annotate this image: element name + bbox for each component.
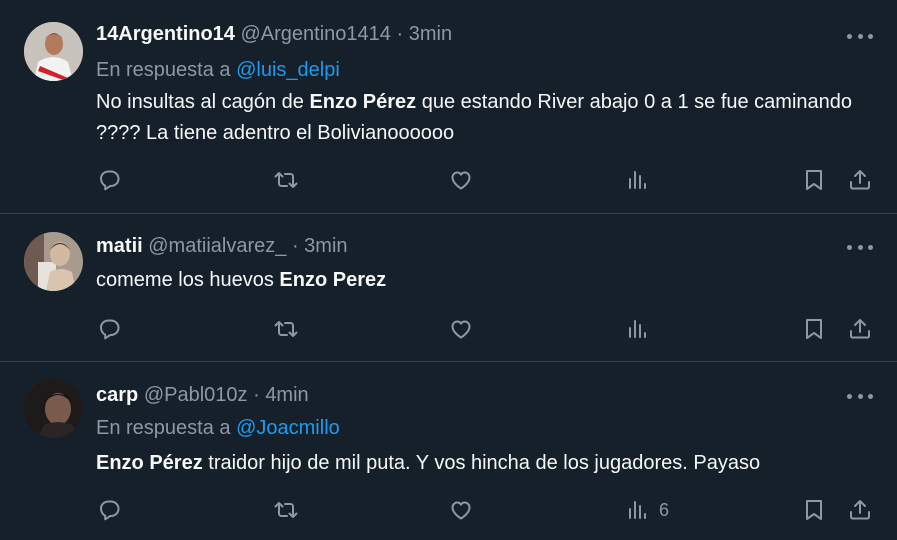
share-icon [850,500,870,520]
reply-context: En respuesta a @luis_delpi [96,59,340,82]
tweet-text: comeme los huevos Enzo Perez [96,265,876,296]
views-button[interactable] [625,314,651,344]
tweet-3[interactable]: carp @Pabl010z · 4min En respuesta a @Jo… [0,362,897,540]
user-handle[interactable]: @Pabl010z [144,384,248,406]
reply-button[interactable] [97,165,123,195]
more-options-icon[interactable] [847,237,873,257]
bookmark-icon [806,319,822,339]
timestamp[interactable]: 3min [409,23,452,45]
tweet-1[interactable]: 14Argentino14 @Argentino1414 · 3min En r… [0,0,897,214]
reply-icon [100,319,120,340]
retweet-button[interactable] [273,165,299,195]
highlighted-text: Enzo Perez [279,269,387,291]
user-handle[interactable]: @matiialvarez_ [148,235,286,257]
like-icon [451,501,471,520]
share-button[interactable] [847,495,873,525]
share-icon [850,170,870,190]
bookmark-icon [806,500,822,520]
tweet-header: carp @Pabl010z · 4min [96,384,309,407]
reply-prefix: En respuesta a [96,59,231,81]
retweet-button[interactable] [273,495,299,525]
tweet-actions [0,165,897,195]
retweet-icon [274,502,298,518]
user-handle[interactable]: @Argentino1414 [241,23,391,45]
timestamp[interactable]: 3min [304,235,347,257]
reply-icon [100,500,120,521]
like-button[interactable] [448,165,474,195]
like-button[interactable] [448,495,474,525]
views-button[interactable]: 6 [625,495,669,525]
tweet-2[interactable]: matii @matiialvarez_ · 3min comeme los h… [0,214,897,362]
views-icon [629,501,646,519]
reply-to-link[interactable]: @Joacmillo [236,417,340,439]
views-icon [629,320,646,338]
reply-icon [100,170,120,191]
share-button[interactable] [847,165,873,195]
tweet-text: No insultas al cagón de Enzo Pérez que e… [96,87,876,149]
highlighted-text: Enzo Pérez [309,91,417,113]
views-icon [629,171,646,189]
more-options-icon[interactable] [847,26,873,46]
retweet-icon [274,172,298,188]
bookmark-button[interactable] [801,165,827,195]
tweet-actions: 6 [0,495,897,525]
more-options-icon[interactable] [847,386,873,406]
separator-dot: · [291,235,299,257]
reply-button[interactable] [97,495,123,525]
views-count: 6 [659,499,670,520]
bookmark-button[interactable] [801,314,827,344]
tweet-header: 14Argentino14 @Argentino1414 · 3min [96,23,452,46]
display-name[interactable]: carp [96,384,138,406]
tweet-text-segment: traidor hijo de mil puta. Y vos hincha d… [202,452,761,474]
reply-context: En respuesta a @Joacmillo [96,417,340,440]
bookmark-button[interactable] [801,495,827,525]
like-button[interactable] [448,314,474,344]
share-icon [850,319,870,339]
retweet-icon [274,321,298,337]
retweet-button[interactable] [273,314,299,344]
separator-dot: · [253,384,260,406]
timestamp[interactable]: 4min [265,384,308,406]
reply-to-link[interactable]: @luis_delpi [236,59,340,81]
share-button[interactable] [847,314,873,344]
avatar[interactable] [24,232,83,291]
like-icon [451,171,471,190]
display-name[interactable]: 14Argentino14 [96,23,235,45]
tweet-header: matii @matiialvarez_ · 3min [96,235,348,258]
views-button[interactable] [625,165,651,195]
display-name[interactable]: matii [96,235,143,257]
reply-prefix: En respuesta a [96,417,231,439]
avatar[interactable] [24,22,83,81]
bookmark-icon [806,170,822,190]
like-icon [451,320,471,339]
tweet-text-segment: No insultas al cagón de [96,91,310,113]
tweet-actions [0,314,897,344]
tweet-text: Enzo Pérez traidor hijo de mil puta. Y v… [96,448,876,479]
avatar[interactable] [24,379,83,438]
highlighted-text: Enzo Pérez [96,452,203,474]
tweet-text-segment: comeme los huevos [96,269,280,291]
reply-button[interactable] [97,314,123,344]
separator-dot: · [396,23,404,45]
